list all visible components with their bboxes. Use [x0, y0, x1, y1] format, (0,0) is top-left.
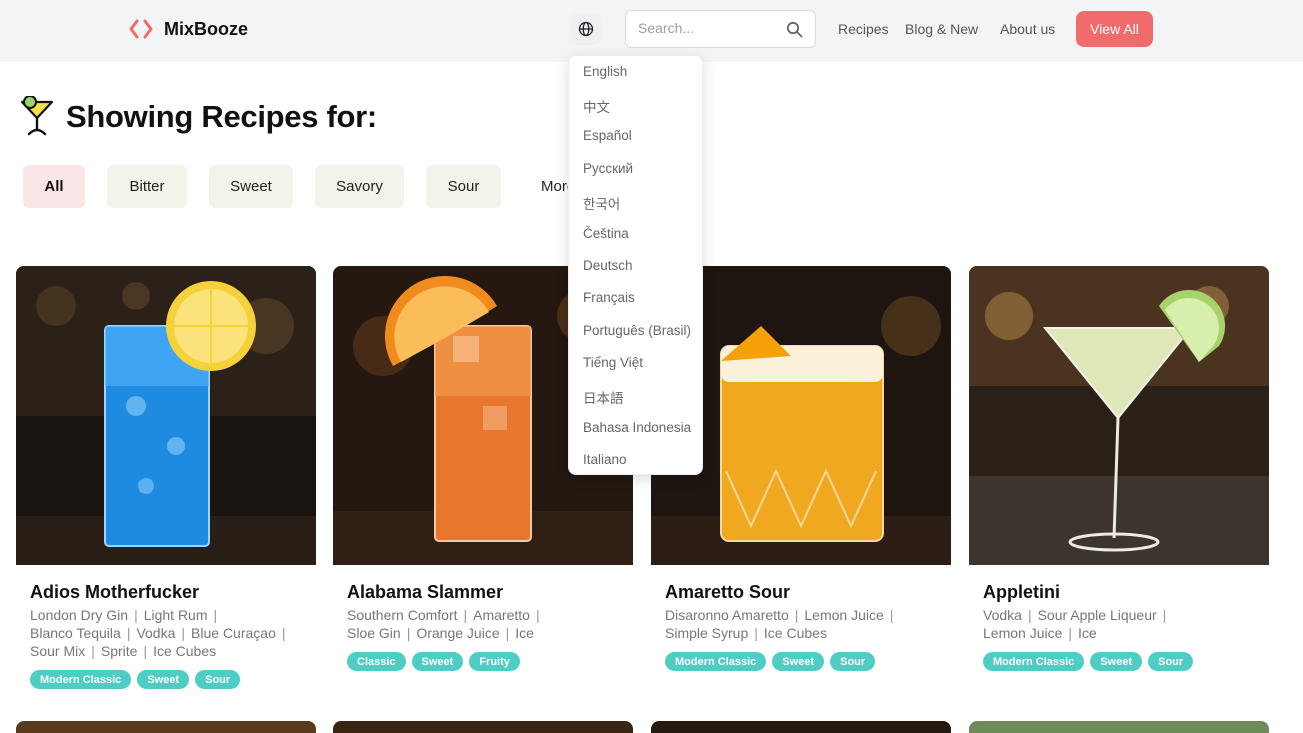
- language-option-chinese[interactable]: 中文: [583, 96, 610, 116]
- brand-name: MixBooze: [164, 18, 249, 39]
- recipe-card[interactable]: Adios Motherfucker London Dry Gin | Light …: [16, 266, 316, 689]
- nav-blog[interactable]: Blog & New: [905, 21, 978, 37]
- code-brackets-icon: [129, 19, 153, 39]
- tag[interactable]: Modern Classic: [665, 652, 767, 671]
- tag[interactable]: Sour: [830, 652, 876, 671]
- recipe-title[interactable]: Amaretto Sour: [665, 582, 790, 603]
- recipe-card-peek[interactable]: [16, 721, 316, 733]
- ingredient: Blue Curaçao: [191, 625, 276, 641]
- ingredient-list: Southern Comfort | Amaretto | Sloe Gin | Oran…: [347, 607, 540, 641]
- ingredient: Sour Apple Liqueur: [1037, 607, 1157, 623]
- ingredient: Disaronno Amaretto: [665, 607, 789, 623]
- recipe-card-peek[interactable]: [969, 721, 1269, 733]
- tag[interactable]: Sweet: [1090, 652, 1143, 671]
- tag-list: Modern Classic Sweet Sour: [665, 652, 876, 671]
- filter-sour[interactable]: Sour: [426, 165, 501, 208]
- language-button[interactable]: [570, 13, 602, 45]
- nav-recipes[interactable]: Recipes: [838, 21, 889, 37]
- cocktail-glass-icon: [20, 96, 54, 136]
- language-option-spanish[interactable]: Español: [583, 128, 632, 143]
- view-all-button[interactable]: View All: [1076, 11, 1153, 47]
- site-header: MixBooze Recipes Blog & New About us Vie…: [0, 0, 1303, 62]
- recipe-card-peek[interactable]: [333, 721, 633, 733]
- language-option-czech[interactable]: Čeština: [583, 226, 629, 241]
- ingredient: Sprite: [100, 643, 138, 659]
- recipe-card-peek[interactable]: [651, 721, 951, 733]
- recipe-image: [969, 266, 1269, 565]
- tag[interactable]: Classic: [347, 652, 406, 671]
- language-option-japanese[interactable]: 日本語: [583, 387, 624, 407]
- ingredient: Southern Comfort: [347, 607, 458, 623]
- tag-list: Modern Classic Sweet Sour: [30, 670, 241, 689]
- ingredient: Ice Cubes: [763, 625, 827, 641]
- language-option-german[interactable]: Deutsch: [583, 258, 633, 273]
- filter-bitter[interactable]: Bitter: [107, 165, 187, 208]
- filter-savory[interactable]: Savory: [315, 165, 404, 208]
- recipe-title[interactable]: Adios Motherfucker: [30, 582, 199, 603]
- tag[interactable]: Modern Classic: [983, 652, 1085, 671]
- language-option-french[interactable]: Français: [583, 290, 635, 305]
- language-option-korean[interactable]: 한국어: [583, 193, 620, 213]
- ingredient: Orange Juice: [416, 625, 500, 641]
- language-dropdown: English 中文 Español Русский 한국어 Čeština D…: [568, 55, 703, 475]
- filter-sweet[interactable]: Sweet: [209, 165, 293, 208]
- tag[interactable]: Modern Classic: [30, 670, 132, 689]
- search-box: [625, 10, 816, 48]
- ingredient: Ice: [515, 625, 534, 641]
- ingredient: Vodka: [136, 625, 176, 641]
- filter-all[interactable]: All: [23, 165, 85, 208]
- language-option-vietnamese[interactable]: Tiếng Việt: [583, 355, 643, 370]
- brand-logo[interactable]: MixBooze: [128, 16, 248, 42]
- ingredient-list: London Dry Gin | Light Rum | Blanco Tequila…: [30, 607, 286, 659]
- page-title: Showing Recipes for:: [66, 99, 377, 134]
- tag[interactable]: Fruity: [469, 652, 520, 671]
- language-option-portuguese[interactable]: Português (Brasil): [583, 323, 691, 338]
- recipe-card[interactable]: Appletini Vodka | Sour Apple Liqueur | Lemo…: [969, 266, 1269, 671]
- ingredient: Lemon Juice: [804, 607, 884, 623]
- ingredient: Ice Cubes: [153, 643, 217, 659]
- search-icon[interactable]: [786, 21, 803, 38]
- ingredient: Sloe Gin: [347, 625, 401, 641]
- language-option-english[interactable]: English: [583, 64, 627, 79]
- tag-list: Classic Sweet Fruity: [347, 652, 520, 671]
- ingredient: Amaretto: [473, 607, 530, 623]
- language-option-indonesian[interactable]: Bahasa Indonesia: [583, 420, 691, 435]
- nav-about[interactable]: About us: [1000, 21, 1055, 37]
- tag[interactable]: Sweet: [137, 670, 190, 689]
- ingredient: Light Rum: [143, 607, 208, 623]
- language-option-italian[interactable]: Italiano: [583, 452, 627, 467]
- search-input[interactable]: [638, 20, 778, 36]
- ingredient: Blanco Tequila: [30, 625, 121, 641]
- tag[interactable]: Sour: [1148, 652, 1194, 671]
- ingredient-list: Vodka | Sour Apple Liqueur | Lemon Juice | Ic…: [983, 607, 1167, 641]
- language-option-russian[interactable]: Русский: [583, 161, 633, 176]
- ingredient-list: Disaronno Amaretto | Lemon Juice | Simple S…: [665, 607, 894, 641]
- ingredient: Simple Syrup: [665, 625, 749, 641]
- tag[interactable]: Sweet: [411, 652, 464, 671]
- ingredient: Sour Mix: [30, 643, 86, 659]
- ingredient: Ice: [1078, 625, 1097, 641]
- globe-icon: [578, 21, 594, 37]
- ingredient: Lemon Juice: [983, 625, 1063, 641]
- recipe-title[interactable]: Alabama Slammer: [347, 582, 503, 603]
- tag-list: Modern Classic Sweet Sour: [983, 652, 1194, 671]
- recipe-title[interactable]: Appletini: [983, 582, 1060, 603]
- ingredient: Vodka: [983, 607, 1022, 623]
- ingredient: London Dry Gin: [30, 607, 129, 623]
- tag[interactable]: Sweet: [772, 652, 825, 671]
- page-heading: Showing Recipes for:: [18, 96, 377, 138]
- recipe-image: [16, 266, 316, 565]
- tag[interactable]: Sour: [195, 670, 241, 689]
